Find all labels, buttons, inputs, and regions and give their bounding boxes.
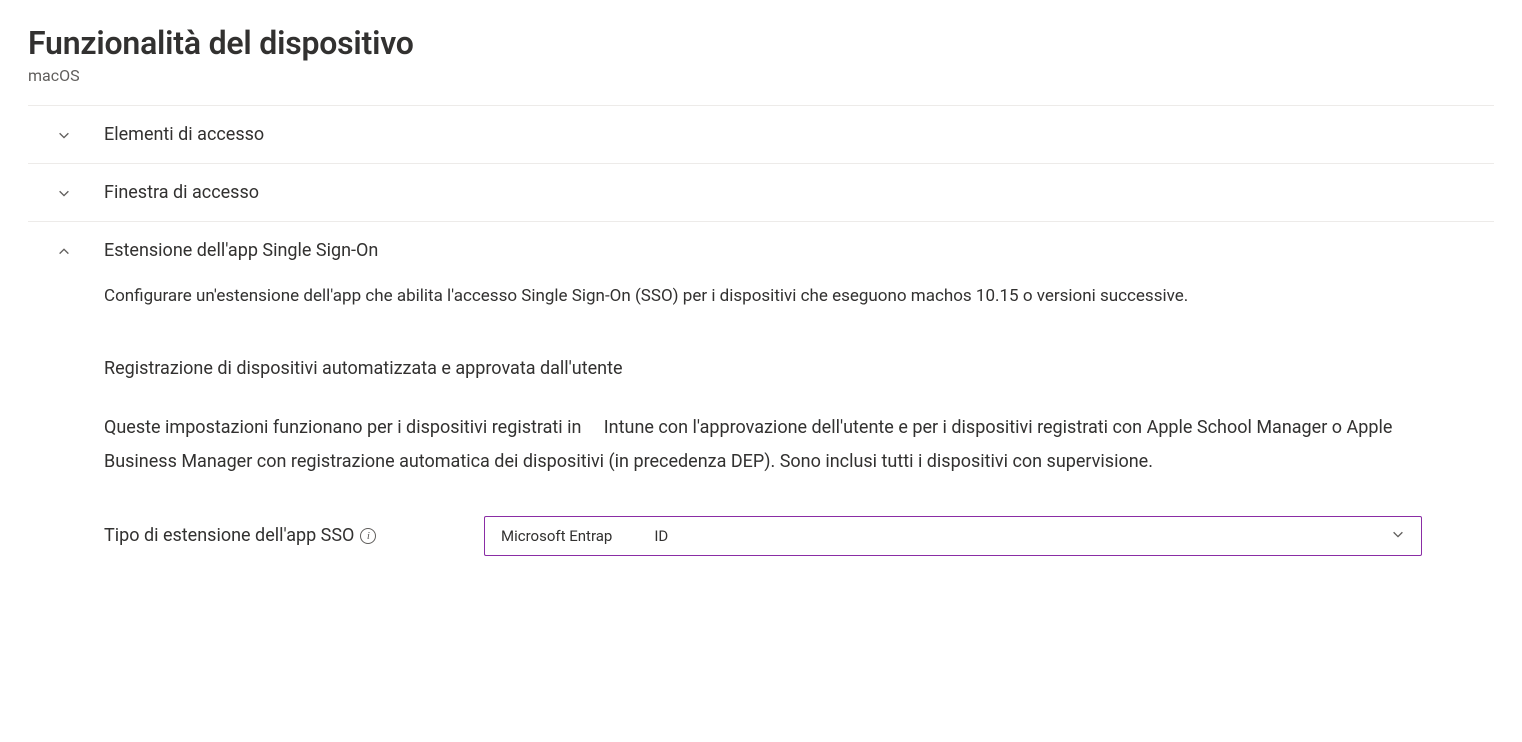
sso-subheading: Registrazione di dispositivi automatizza… <box>104 358 1422 379</box>
select-value-part2: ID <box>654 527 668 545</box>
sso-type-label: Tipo di estensione dell'app SSO <box>104 525 354 546</box>
sso-description: Configurare un'estensione dell'app che a… <box>104 283 1422 310</box>
accordion-header-login-window[interactable]: Finestra di accesso <box>28 164 1494 221</box>
chevron-down-icon <box>56 185 72 201</box>
accordion-label: Estensione dell'app Single Sign-On <box>104 240 378 261</box>
page-title: Funzionalità del dispositivo <box>28 24 1494 62</box>
chevron-up-icon <box>56 243 72 259</box>
info-icon[interactable]: i <box>360 528 376 544</box>
page-subtitle: macOS <box>28 66 1494 85</box>
sso-type-select-wrap: Microsoft Entrap ID <box>484 516 1422 556</box>
select-value-part1: Microsoft Entrap <box>501 527 612 545</box>
select-value: Microsoft Entrap ID <box>501 527 668 545</box>
sso-type-select[interactable]: Microsoft Entrap ID <box>484 516 1422 556</box>
accordion-header-sso-extension[interactable]: Estensione dell'app Single Sign-On <box>28 222 1494 279</box>
form-row-sso-type: Tipo di estensione dell'app SSO i Micros… <box>104 516 1422 556</box>
accordion-section-login-window: Finestra di accesso <box>28 163 1494 221</box>
accordion-body-sso-extension: Configurare un'estensione dell'app che a… <box>28 279 1494 580</box>
accordion-label: Elementi di accesso <box>104 124 264 145</box>
chevron-down-icon <box>56 127 72 143</box>
chevron-down-icon <box>1391 527 1405 545</box>
form-label-wrap: Tipo di estensione dell'app SSO i <box>104 525 444 546</box>
accordion-header-login-items[interactable]: Elementi di accesso <box>28 106 1494 163</box>
accordion-section-sso-extension: Estensione dell'app Single Sign-On Confi… <box>28 221 1494 580</box>
sso-paragraph: Queste impostazioni funzionano per i dis… <box>104 411 1422 479</box>
accordion-section-login-items: Elementi di accesso <box>28 105 1494 163</box>
accordion-label: Finestra di accesso <box>104 182 259 203</box>
